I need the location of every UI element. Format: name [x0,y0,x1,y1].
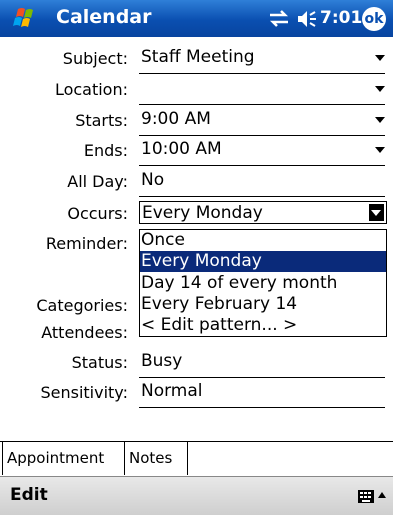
occurs-option-every-monday[interactable]: Every Monday [140,251,386,272]
attendees-label: Attendees: [41,323,128,342]
reminder-label: Reminder: [45,234,128,253]
starts-field[interactable]: 9:00 AM [141,109,211,129]
sensitivity-row: Sensitivity: Normal [0,378,393,408]
occurs-dropdown-arrow-icon[interactable] [369,204,384,221]
occurs-option-day-14[interactable]: Day 14 of every month [140,273,386,294]
tab-appointment[interactable]: Appointment [2,442,125,475]
subject-field[interactable]: Staff Meeting [141,47,255,67]
ends-field[interactable]: 10:00 AM [141,139,222,159]
starts-dropdown-arrow-icon[interactable] [375,117,385,123]
subject-row: Subject: Staff Meeting [0,44,393,74]
categories-label: Categories: [36,296,128,315]
occurs-combobox[interactable]: Every Monday [139,201,387,224]
ends-row: Ends: 10:00 AM [0,136,393,166]
allday-row: All Day: No [0,167,393,197]
connectivity-icon[interactable] [268,10,290,27]
status-label: Status: [71,353,128,372]
occurs-selected-value: Every Monday [142,203,263,223]
allday-label: All Day: [67,172,128,191]
keyboard-icon[interactable] [358,490,374,503]
status-row: Status: Busy [0,348,393,378]
location-dropdown-arrow-icon[interactable] [375,86,385,92]
clock[interactable]: 7:01 [320,8,362,28]
subject-label: Subject: [62,49,128,68]
title-bar: Calendar 7:01 ok [0,0,393,37]
menu-bar: Edit [0,476,393,515]
ends-dropdown-arrow-icon[interactable] [375,147,385,153]
starts-label: Starts: [75,111,128,130]
subject-dropdown-arrow-icon[interactable] [375,55,385,61]
starts-row: Starts: 9:00 AM [0,106,393,136]
occurs-option-edit-pattern[interactable]: < Edit pattern... > [140,315,386,336]
occurs-dropdown-list: Once Every Monday Day 14 of every month … [139,229,387,337]
edit-menu[interactable]: Edit [10,485,48,505]
allday-field[interactable]: No [141,170,164,190]
location-label: Location: [54,80,128,99]
windows-start-icon[interactable] [8,5,42,32]
status-field[interactable]: Busy [141,351,182,371]
sensitivity-field[interactable]: Normal [141,381,203,401]
app-title: Calendar [56,6,152,28]
tab-notes[interactable]: Notes [125,442,188,475]
location-row: Location: [0,75,393,105]
volume-icon[interactable] [296,9,318,29]
sensitivity-label: Sensitivity: [40,383,128,402]
occurs-option-once[interactable]: Once [140,230,386,251]
ok-button[interactable]: ok [362,7,386,31]
tab-strip: Appointment Notes [0,441,393,476]
occurs-label: Occurs: [67,204,128,223]
ends-label: Ends: [83,141,128,160]
occurs-option-every-february-14[interactable]: Every February 14 [140,294,386,315]
input-panel-arrow-icon[interactable] [378,492,386,498]
